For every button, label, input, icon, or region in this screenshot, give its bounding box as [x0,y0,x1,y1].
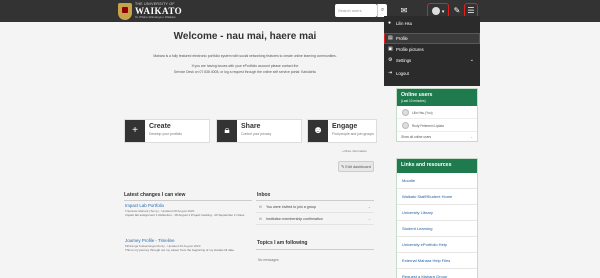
avatar-icon [431,6,440,15]
online-users-title: Online users [401,92,433,98]
online-user-name: Lilin Hsu (You) [412,111,433,115]
inbox-item[interactable]: ✉ Institution membership confirmation ⌄ [256,214,374,225]
list-item: Journey Profile - Timeline Mihiranga Kui… [125,238,253,252]
gear-icon: ⚙ [388,57,393,63]
online-user-row[interactable]: Lilin Hsu (You) [397,106,477,119]
tile-title: Create [149,123,171,130]
inbox-title: Inbox [257,192,271,198]
menu-item-profile-pictures[interactable]: ▣ Profile pictures [384,44,480,55]
chevron-down-icon: ⌄ [367,205,371,209]
logout-icon: ⇥ [388,70,393,76]
menu-item-username[interactable]: ● Lilin Hsu [384,18,480,29]
image-icon: ▣ [388,46,393,52]
engage-tile[interactable]: ☻ Engage Find people and join groups [307,119,377,143]
search-users-input[interactable]: Search users [335,4,377,17]
links-title: Links and resources [401,162,452,168]
item-description: This is my journey through out my career… [125,248,235,252]
online-users-subtitle: (Last 10 minutes) [401,99,426,103]
lock-icon: 🔒︎ [217,120,237,142]
user-dropdown-menu: ● Lilin Hsu ▤ Profile ▣ Profile pictures… [384,16,480,86]
logo-maori-text: Te Whare Wānanga o Waikato [135,14,176,19]
help-text-line2: Service Desk on 07 838 4008, or log a re… [173,70,317,74]
links-resources-card: Links and resources Moodle Waikato Staff… [396,158,478,278]
menu-item-label: Profile [396,36,408,41]
crest-icon [118,2,132,20]
online-user-name: Rudy Felemeni Lipiata [412,124,444,128]
online-user-row[interactable]: Rudy Felemeni Lipiata [397,119,477,132]
envelope-icon: ✉ [259,217,263,221]
edit-dashboard-button[interactable]: ✎ Edit dashboard [338,161,374,172]
resource-link[interactable]: Waikato Staff/Student Home [397,189,477,205]
menu-item-profile[interactable]: ▤ Profile [384,33,480,44]
page-title: Welcome - nau mai, haere mai [173,31,317,42]
topics-title: Topics I am following [257,240,308,246]
resource-link[interactable]: External Mahara Help Files [397,253,477,269]
item-description: Impact lab assignment 1 Reflection - 18 … [125,213,245,217]
menu-item-settings[interactable]: ⚙ Settings ⌄ [384,55,480,66]
latest-changes-title: Latest changes I can view [124,192,186,198]
menu-item-label: Settings [396,58,412,63]
id-card-icon: ▤ [388,35,393,41]
top-header: THE UNIVERSITY OF WAIKATO Te Whare Wānan… [0,0,600,22]
chevron-down-icon: ⌄ [367,217,371,221]
pencil-icon: ✎ [341,165,345,169]
create-tile[interactable]: + Create Develop your portfolio [124,119,210,143]
menu-item-logout[interactable]: ⇥ Logout [384,68,480,79]
divider [124,200,252,201]
show-all-online-users-link[interactable]: Show all online users ⌄ [397,132,477,141]
inbox-item-text: You were invited to join a group [265,205,316,209]
resource-link[interactable]: University ePortfolio Help [397,237,477,253]
tile-subtitle: Control your privacy [241,132,272,136]
avatar [402,109,409,116]
show-all-label: Show all online users [401,135,432,139]
inbox-item-text: Institution membership confirmation [266,217,323,221]
user-icon: ● [388,20,392,26]
chevron-down-icon: ⌄ [470,135,473,139]
people-icon: ☻ [308,120,328,142]
tile-title: Engage [332,123,358,130]
tile-title: Share [241,123,261,130]
tile-subtitle: Find people and join groups [332,132,374,136]
tile-subtitle: Develop your portfolio [149,132,182,136]
menu-item-label: Logout [396,71,409,76]
more-information-link[interactable]: » More information [342,149,367,153]
help-text-line1: If you are having issues with your ePort… [191,64,299,68]
inbox-item[interactable]: ✉ You were invited to join a group ⌄ [256,202,374,213]
envelope-icon: ✉ [259,205,263,209]
resource-link[interactable]: Student Learning [397,221,477,237]
chevron-down-icon: ⌄ [469,57,474,63]
resource-link[interactable]: Request a Mahara Group [397,269,477,278]
divider [256,200,374,201]
chevron-down-icon: ▾ [441,9,445,15]
university-logo[interactable]: THE UNIVERSITY OF WAIKATO Te Whare Wānan… [118,2,182,20]
menu-item-label: Profile pictures [396,47,424,52]
divider [256,249,374,250]
intro-text: Mahara is a fully featured electronic po… [153,54,337,58]
no-messages-text: No messages [258,258,279,262]
list-item: Impact Lab Portfolio Translate Mahara (T… [125,203,253,217]
resource-link[interactable]: Moodle [397,173,477,189]
plus-icon: + [125,120,145,142]
card-header: Links and resources [397,159,477,173]
online-users-card: Online users (Last 10 minutes) Lilin Hsu… [396,88,478,142]
share-tile[interactable]: 🔒︎ Share Control your privacy [216,119,302,143]
menu-item-label: Lilin Hsu [396,21,413,26]
resource-link[interactable]: University Library [397,205,477,221]
card-header: Online users (Last 10 minutes) [397,89,477,106]
edit-dashboard-label: Edit dashboard [345,165,371,169]
avatar [402,122,409,129]
